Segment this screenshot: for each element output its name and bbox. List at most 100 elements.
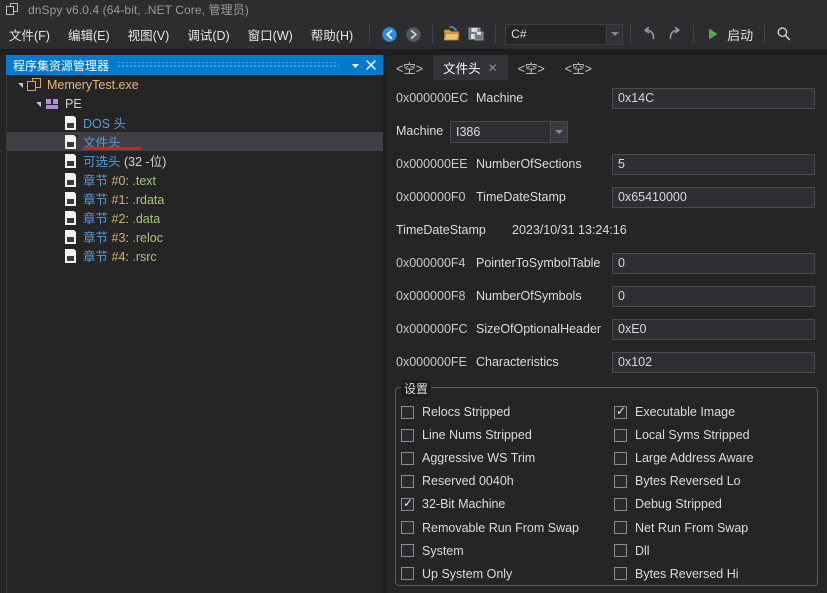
tree-expander-icon[interactable] — [13, 75, 27, 94]
setting-left-checkbox-0[interactable]: Relocs Stripped — [401, 405, 510, 419]
field-name: NumberOfSections — [476, 157, 582, 171]
setting-left-checkbox-1[interactable]: Line Nums Stripped — [401, 428, 532, 442]
checkbox-label: Aggressive WS Trim — [422, 451, 536, 466]
menu-file[interactable]: 文件(F) — [0, 21, 59, 48]
timedatestamp-readable-value: 2023/10/31 13:24:16 — [512, 223, 627, 237]
checkbox-unchecked-icon[interactable] — [401, 544, 414, 558]
setting-left-checkbox-3[interactable]: Reserved 0040h — [401, 474, 514, 488]
menu-view[interactable]: 视图(V) — [119, 21, 179, 48]
checkbox-checked-icon[interactable] — [614, 404, 627, 419]
checkbox-label: Relocs Stripped — [422, 405, 511, 419]
field-row-2: 0x000000EE NumberOfSections 5 — [386, 154, 827, 176]
tab-strip[interactable]: <空> 文件头 ✕ <空> <空> — [386, 55, 827, 80]
menu-help[interactable]: 帮助(H) — [302, 21, 362, 48]
panel-drag-dots[interactable] — [117, 61, 339, 69]
chevron-down-icon[interactable] — [550, 122, 567, 142]
checkbox-unchecked-icon[interactable] — [401, 474, 414, 488]
tree-expander-empty — [49, 208, 63, 227]
setting-right-checkbox-0[interactable]: Executable Image — [614, 404, 735, 419]
tree-item-0[interactable]: MemeryTest.exe — [7, 75, 383, 94]
menu-window[interactable]: 窗口(W) — [239, 21, 302, 48]
checkbox-unchecked-icon[interactable] — [401, 428, 414, 442]
tree-item-2[interactable]: DOS 头 — [7, 113, 383, 132]
menu-debug[interactable]: 调试(D) — [178, 21, 238, 48]
setting-right-checkbox-3[interactable]: Bytes Reversed Lo — [614, 474, 741, 488]
field-input-pointertosymboltable[interactable]: 0 — [612, 253, 815, 274]
panel-menu-button[interactable] — [347, 57, 363, 73]
toolbar-separator-5 — [693, 25, 695, 43]
field-row-8: 0x000000FE Characteristics 0x102 — [386, 352, 827, 374]
language-combo[interactable]: C# — [505, 23, 624, 45]
tab-2[interactable]: <空> — [507, 55, 555, 80]
setting-right-checkbox-1[interactable]: Local Syms Stripped — [614, 428, 750, 442]
checkbox-unchecked-icon[interactable] — [614, 544, 627, 558]
setting-left-checkbox-4[interactable]: 32-Bit Machine — [401, 496, 505, 511]
open-folder-button[interactable] — [440, 22, 464, 46]
tree-expander-icon[interactable] — [31, 94, 45, 113]
checkbox-unchecked-icon[interactable] — [401, 567, 414, 581]
tree-item-4[interactable]: 可选头 (32 -位) — [7, 151, 383, 170]
checkbox-unchecked-icon[interactable] — [401, 451, 414, 465]
setting-left-checkbox-2[interactable]: Aggressive WS Trim — [401, 451, 535, 465]
setting-right-checkbox-6[interactable]: Dll — [614, 544, 650, 558]
navigate-back-button[interactable] — [377, 22, 401, 46]
checkbox-unchecked-icon[interactable] — [614, 474, 627, 488]
tree-item-8[interactable]: 章节 #3: .reloc — [7, 227, 383, 246]
assembly-tree[interactable]: MemeryTest.exe PE DOS 头文件头 可选头 (32 -位) 章节 #0… — [6, 75, 383, 593]
checkbox-unchecked-icon[interactable] — [614, 451, 627, 465]
search-button[interactable] — [772, 22, 796, 46]
checkbox-unchecked-icon[interactable] — [614, 567, 627, 581]
tree-item-3[interactable]: 文件头 — [7, 132, 383, 151]
menu-edit[interactable]: 编辑(E) — [59, 21, 119, 48]
checkbox-unchecked-icon[interactable] — [614, 497, 627, 511]
setting-right-checkbox-2[interactable]: Large Address Aware — [614, 451, 754, 465]
checkbox-checked-icon[interactable] — [401, 496, 414, 511]
field-offset: 0x000000EC — [396, 91, 469, 105]
panel-close-button[interactable] — [363, 57, 379, 73]
checkbox-unchecked-icon[interactable] — [401, 405, 414, 419]
redo-button[interactable] — [662, 22, 686, 46]
setting-right-checkbox-4[interactable]: Debug Stripped — [614, 497, 722, 511]
field-offset: 0x000000F8 — [396, 289, 466, 303]
machine-combo[interactable]: I386 — [450, 121, 568, 143]
navigate-forward-button[interactable] — [401, 22, 425, 46]
checkbox-unchecked-icon[interactable] — [614, 521, 627, 534]
checkbox-unchecked-icon[interactable] — [614, 428, 627, 442]
setting-right-checkbox-7[interactable]: Bytes Reversed Hi — [614, 567, 739, 581]
field-name: Machine — [396, 124, 444, 138]
tab-label: <空> — [517, 62, 545, 76]
chevron-down-icon[interactable] — [606, 24, 623, 44]
setting-left-checkbox-6[interactable]: System — [401, 544, 464, 558]
tree-item-9[interactable]: 章节 #4: .rsrc — [7, 246, 383, 265]
checkbox-label: Net Run From Swap — [635, 520, 749, 535]
field-input-timedatestamp[interactable]: 0x65410000 — [612, 187, 815, 208]
field-input-machine[interactable]: 0x14C — [612, 88, 815, 109]
title-bar: dnSpy v6.0.4 (64-bit, .NET Core, 管理员) — [0, 0, 827, 19]
setting-left-checkbox-7[interactable]: Up System Only — [401, 567, 512, 581]
setting-right-checkbox-5[interactable]: Net Run From Swap — [614, 521, 748, 535]
field-input-numberofsymbols[interactable]: 0 — [612, 286, 815, 307]
document-icon — [63, 172, 79, 188]
start-debug-button[interactable] — [701, 22, 725, 46]
redo-icon — [669, 26, 680, 40]
checkbox-unchecked-icon[interactable] — [401, 521, 414, 534]
save-all-button[interactable] — [464, 22, 488, 46]
tree-item-1[interactable]: PE — [7, 94, 383, 113]
start-debug-label[interactable]: 启动 — [727, 25, 757, 44]
setting-left-checkbox-5[interactable]: Removable Run From Swap — [401, 521, 579, 535]
undo-button[interactable] — [638, 22, 662, 46]
field-input-characteristics[interactable]: 0x102 — [612, 352, 815, 373]
document-icon — [63, 115, 79, 131]
play-icon — [709, 28, 718, 40]
tab-0[interactable]: <空> — [386, 55, 434, 80]
tree-item-5[interactable]: 章节 #0: .text — [7, 170, 383, 189]
tree-item-6[interactable]: 章节 #1: .rdata — [7, 189, 383, 208]
tab-3[interactable]: <空> — [554, 55, 602, 80]
field-offset: 0x000000F4 — [396, 256, 466, 270]
checkbox-label: Debug Stripped — [635, 497, 722, 512]
field-input-sizeofoptionalheader[interactable]: 0xE0 — [612, 319, 815, 340]
close-icon[interactable]: ✕ — [488, 62, 498, 74]
field-input-numberofsections[interactable]: 5 — [612, 154, 815, 175]
tab-1[interactable]: 文件头 ✕ — [433, 55, 508, 80]
tree-item-7[interactable]: 章节 #2: .data — [7, 208, 383, 227]
